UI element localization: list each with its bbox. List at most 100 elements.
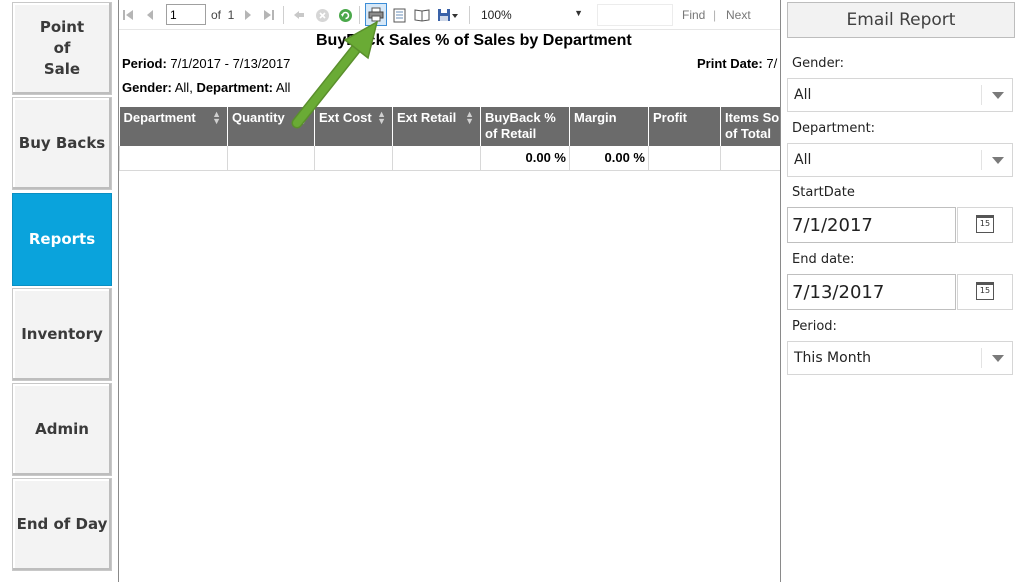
- find-divider: |: [713, 8, 717, 22]
- column-header[interactable]: Margin: [569, 107, 649, 146]
- column-header-label: Margin: [574, 110, 617, 125]
- report-viewer: of 1 100% ▼: [119, 0, 781, 582]
- sort-icon[interactable]: ▲ ▼: [377, 110, 386, 126]
- report-table: Department ▲ ▼ Quantity ▲ ▼ Ext Cost ▲ ▼ Ext R…: [119, 107, 780, 171]
- print-icon[interactable]: [365, 3, 387, 26]
- table-row: 0.00 % 0.00 %: [119, 146, 780, 171]
- toolbar-separator: [469, 6, 470, 24]
- calendar-icon: 15: [976, 282, 994, 300]
- column-header[interactable]: Ext Cost ▲ ▼: [314, 107, 393, 146]
- nav-inventory-button[interactable]: Inventory: [12, 288, 112, 381]
- gender-select-value: All: [794, 87, 812, 103]
- column-header-label: Ext Retail: [397, 110, 457, 125]
- start-date-input[interactable]: 7/1/2017: [787, 207, 956, 243]
- nav-reports-button[interactable]: Reports: [12, 193, 112, 286]
- zoom-select[interactable]: 100% ▼: [477, 5, 587, 25]
- start-date-label: StartDate: [792, 185, 855, 200]
- print-date-line: Print Date: 7/: [697, 56, 777, 71]
- period-value: 7/1/2017 - 7/13/2017: [170, 56, 291, 71]
- find-next-link[interactable]: Next: [726, 8, 751, 22]
- nav-point-of-sale-button[interactable]: Point of Sale: [12, 2, 112, 95]
- gender-label: Gender:: [122, 80, 172, 95]
- department-filter-label: Department:: [792, 121, 876, 136]
- filter-line: Gender: All, Department: All: [122, 80, 290, 95]
- table-cell: [392, 146, 481, 171]
- nav-end-of-day-label: End of Day: [16, 515, 108, 533]
- department-select-value: All: [794, 152, 812, 168]
- period-line: Period: 7/1/2017 - 7/13/2017: [122, 56, 290, 71]
- column-header-label: BuyBack % of Retail: [485, 110, 556, 141]
- column-header[interactable]: Department ▲ ▼: [119, 107, 228, 146]
- nav-inventory-label: Inventory: [21, 325, 103, 343]
- chevron-down-icon: [992, 355, 1004, 362]
- nav-admin-button[interactable]: Admin: [12, 383, 112, 476]
- chevron-down-icon: ▼: [574, 8, 583, 18]
- column-header[interactable]: BuyBack % of Retail: [480, 107, 570, 146]
- email-report-button[interactable]: Email Report: [787, 2, 1015, 38]
- zoom-value: 100%: [481, 8, 512, 22]
- last-page-icon[interactable]: [262, 5, 276, 25]
- refresh-icon[interactable]: [337, 5, 353, 25]
- nav-end-of-day-button[interactable]: End of Day: [12, 478, 112, 571]
- nav-buy-backs-label: Buy Backs: [18, 134, 106, 152]
- start-date-picker-button[interactable]: 15: [957, 207, 1013, 243]
- period-label: Period:: [122, 56, 167, 71]
- end-date-label: End date:: [792, 252, 855, 267]
- period-filter-label: Period:: [792, 319, 837, 334]
- table-cell: 0.00 %: [480, 146, 570, 171]
- column-header-label: Ext Cost: [319, 110, 372, 125]
- find-input[interactable]: [597, 4, 673, 26]
- table-cell: [648, 146, 721, 171]
- print-layout-icon[interactable]: [391, 5, 407, 25]
- sort-icon[interactable]: ▲ ▼: [299, 110, 308, 126]
- total-pages: 1: [227, 8, 235, 22]
- chevron-down-icon: [992, 92, 1004, 99]
- select-divider: [981, 150, 982, 170]
- previous-page-icon[interactable]: [143, 5, 157, 25]
- nav-buy-backs-button[interactable]: Buy Backs: [12, 97, 112, 190]
- table-cell: [227, 146, 315, 171]
- period-select[interactable]: This Month: [787, 341, 1013, 375]
- table-cell: [314, 146, 393, 171]
- column-header-label: Quantity: [232, 110, 285, 125]
- export-icon[interactable]: [436, 5, 460, 25]
- select-divider: [981, 85, 982, 105]
- column-header[interactable]: Items Sold of Total: [720, 107, 780, 146]
- stop-icon[interactable]: [314, 5, 330, 25]
- period-select-value: This Month: [794, 350, 871, 366]
- gender-filter-label: Gender:: [792, 56, 845, 71]
- back-icon[interactable]: [292, 5, 306, 25]
- gender-select[interactable]: All: [787, 78, 1013, 112]
- sort-icon[interactable]: ▲ ▼: [465, 110, 474, 126]
- column-header-label: Items Sold of Total: [725, 110, 780, 141]
- column-header-label: Department: [123, 110, 196, 125]
- nav-admin-label: Admin: [35, 420, 89, 438]
- report-title: BuyBack Sales % of Sales by Department: [316, 32, 632, 49]
- end-date-input[interactable]: 7/13/2017: [787, 274, 956, 310]
- end-date-picker-button[interactable]: 15: [957, 274, 1013, 310]
- page-number-input[interactable]: [166, 4, 206, 25]
- department-value: All: [275, 80, 291, 95]
- department-label: Department:: [196, 80, 274, 95]
- next-page-icon[interactable]: [241, 5, 255, 25]
- find-link[interactable]: Find: [682, 8, 705, 22]
- toolbar-separator: [283, 6, 284, 24]
- sort-icon[interactable]: ▲ ▼: [212, 110, 221, 126]
- column-header-label: Profit: [653, 110, 687, 125]
- main-nav: Point of Sale Buy Backs Reports Inventor…: [0, 0, 119, 582]
- chevron-down-icon: [992, 157, 1004, 164]
- column-header[interactable]: Profit: [648, 107, 721, 146]
- table-header-row: Department ▲ ▼ Quantity ▲ ▼ Ext Cost ▲ ▼ Ext R…: [119, 107, 780, 146]
- column-header[interactable]: Quantity ▲ ▼: [227, 107, 315, 146]
- column-header[interactable]: Ext Retail ▲ ▼: [392, 107, 481, 146]
- first-page-icon[interactable]: [121, 5, 135, 25]
- of-label: of: [210, 8, 221, 22]
- print-date-value: 7/: [766, 56, 778, 71]
- calendar-icon: 15: [976, 215, 994, 233]
- report-toolbar: of 1 100% ▼: [119, 0, 780, 30]
- page-setup-icon[interactable]: [413, 5, 431, 25]
- gender-value: All,: [174, 80, 193, 95]
- department-select[interactable]: All: [787, 143, 1013, 177]
- table-cell: 0.00 %: [569, 146, 649, 171]
- report-page: BuyBack Sales % of Sales by Department P…: [119, 30, 780, 582]
